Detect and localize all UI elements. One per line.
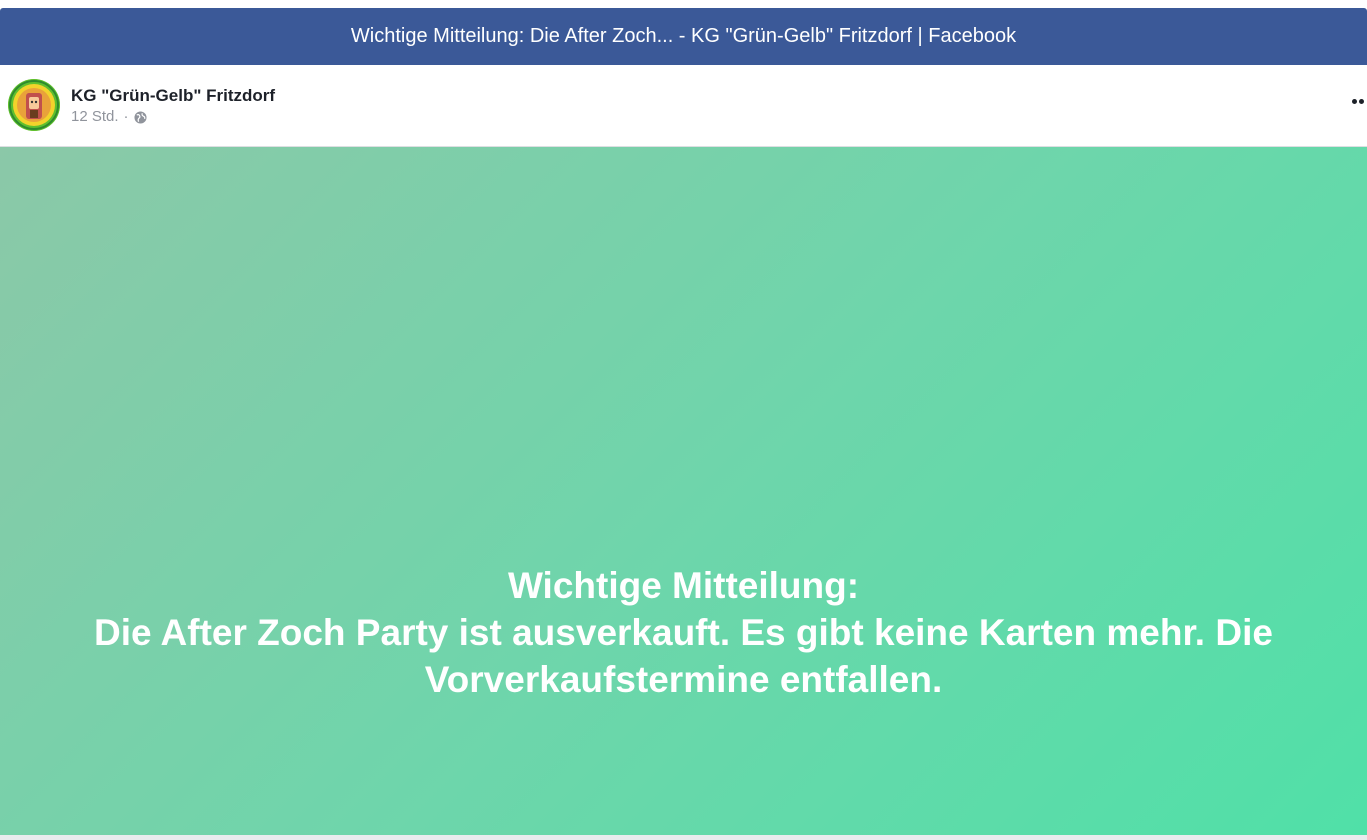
post-header: KG "Grün-Gelb" Fritzdorf 12 Std. · [0,65,1367,147]
window-title-bar: Wichtige Mitteilung: Die After Zoch... -… [0,8,1367,65]
post-meta: 12 Std. · [71,108,147,125]
post-background-card: Wichtige Mitteilung: Die After Zoch Part… [0,147,1367,835]
bottom-edge [0,835,1367,840]
window-title: Wichtige Mitteilung: Die After Zoch... -… [350,25,1017,47]
post-timestamp[interactable]: 12 Std. [71,108,119,125]
meta-separator: · [123,108,129,125]
top-strip [0,0,1367,8]
facebook-post-window: Wichtige Mitteilung: Die After Zoch... -… [0,0,1367,840]
more-options-icon [1352,99,1357,104]
post-text-body: Die After Zoch Party ist ausverkauft. Es… [94,612,1273,700]
page-avatar[interactable] [8,79,60,131]
more-options-button[interactable] [1349,91,1367,111]
globe-icon[interactable] [134,110,147,124]
more-options-dot [1359,99,1364,104]
post-text: Wichtige Mitteilung: Die After Zoch Part… [60,562,1307,703]
page-name-link[interactable]: KG "Grün-Gelb" Fritzdorf [71,86,275,106]
page-logo-icon [8,79,60,131]
post-text-heading: Wichtige Mitteilung: [507,565,860,606]
